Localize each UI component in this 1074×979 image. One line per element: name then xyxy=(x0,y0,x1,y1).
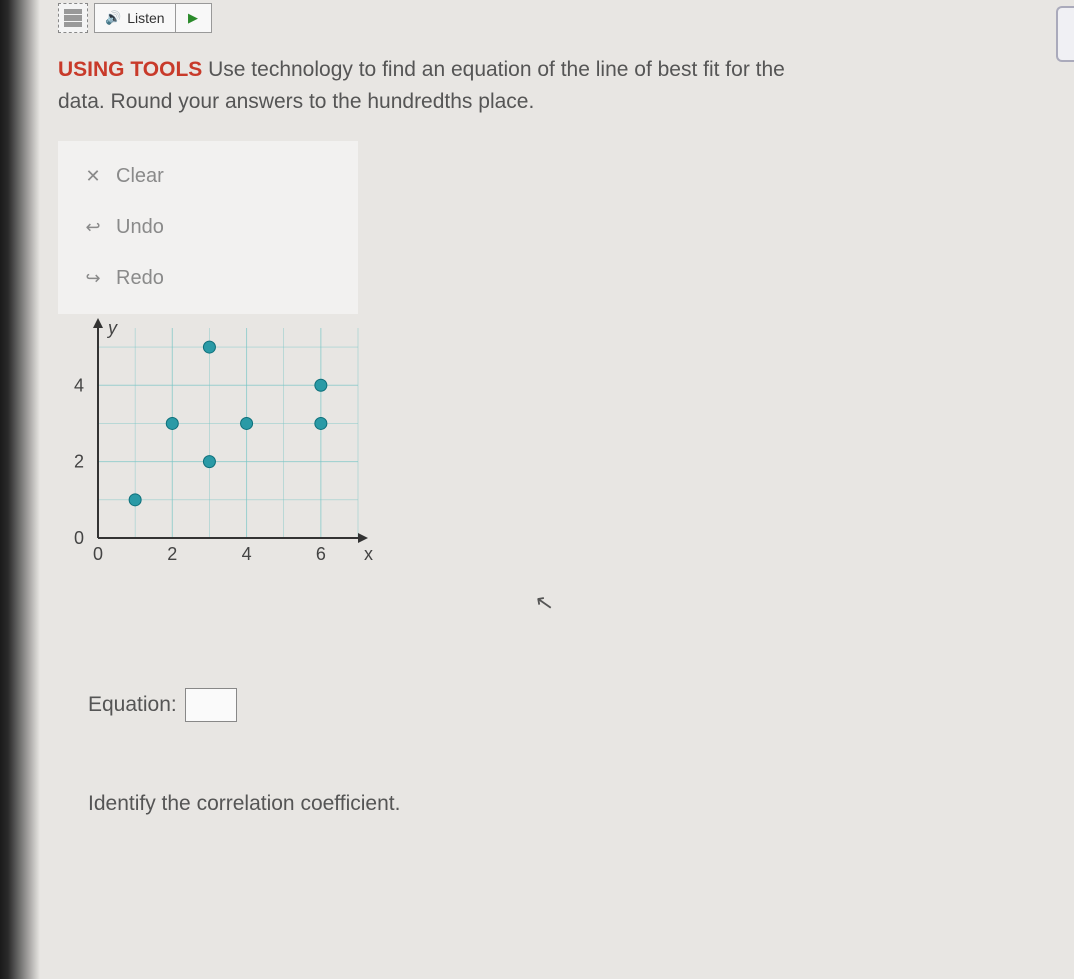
top-toolbar: 🔊 Listen ▶ xyxy=(58,0,1074,36)
clear-button[interactable]: ✕ Clear xyxy=(74,151,342,202)
equation-row: Equation: xyxy=(88,688,1074,722)
svg-text:0: 0 xyxy=(93,544,103,564)
svg-text:0: 0 xyxy=(74,528,84,548)
listen-label: Listen xyxy=(127,10,164,26)
svg-text:4: 4 xyxy=(242,544,252,564)
redo-label: Redo xyxy=(116,267,164,290)
speaker-icon: 🔊 xyxy=(105,10,121,26)
left-shadow xyxy=(0,0,40,979)
equation-input[interactable] xyxy=(185,688,237,722)
svg-text:4: 4 xyxy=(74,375,84,395)
clear-icon: ✕ xyxy=(80,166,106,187)
redo-button[interactable]: ↪ Redo xyxy=(74,253,342,304)
equation-label: Equation: xyxy=(88,693,177,717)
listen-button[interactable]: 🔊 Listen xyxy=(94,3,176,33)
graph-area: ✕ Clear ↩ Undo ↪ Redo 0 2 4 6 0 2 4 x y xyxy=(58,141,378,578)
undo-label: Undo xyxy=(116,216,164,239)
prompt-line-1: Use technology to find an equation of th… xyxy=(202,58,785,81)
svg-text:2: 2 xyxy=(74,452,84,472)
graph-button-panel: ✕ Clear ↩ Undo ↪ Redo xyxy=(58,141,358,314)
right-side-widget[interactable] xyxy=(1056,6,1074,62)
svg-text:6: 6 xyxy=(316,544,326,564)
undo-button[interactable]: ↩ Undo xyxy=(74,202,342,253)
svg-text:y: y xyxy=(106,318,118,338)
question-prompt: USING TOOLS Use technology to find an eq… xyxy=(58,54,898,117)
correlation-prompt: Identify the correlation coefficient. xyxy=(88,792,1074,816)
prompt-line-2: data. Round your answers to the hundredt… xyxy=(58,90,534,113)
scatter-chart[interactable]: 0 2 4 6 0 2 4 x y xyxy=(58,318,378,578)
clear-label: Clear xyxy=(116,165,164,188)
play-button[interactable]: ▶ xyxy=(176,3,212,33)
prompt-heading: USING TOOLS xyxy=(58,58,202,81)
redo-icon: ↪ xyxy=(80,268,106,289)
undo-icon: ↩ xyxy=(80,217,106,238)
svg-text:2: 2 xyxy=(167,544,177,564)
play-icon: ▶ xyxy=(188,10,198,26)
menu-icon[interactable] xyxy=(58,3,88,33)
svg-text:x: x xyxy=(364,544,373,564)
